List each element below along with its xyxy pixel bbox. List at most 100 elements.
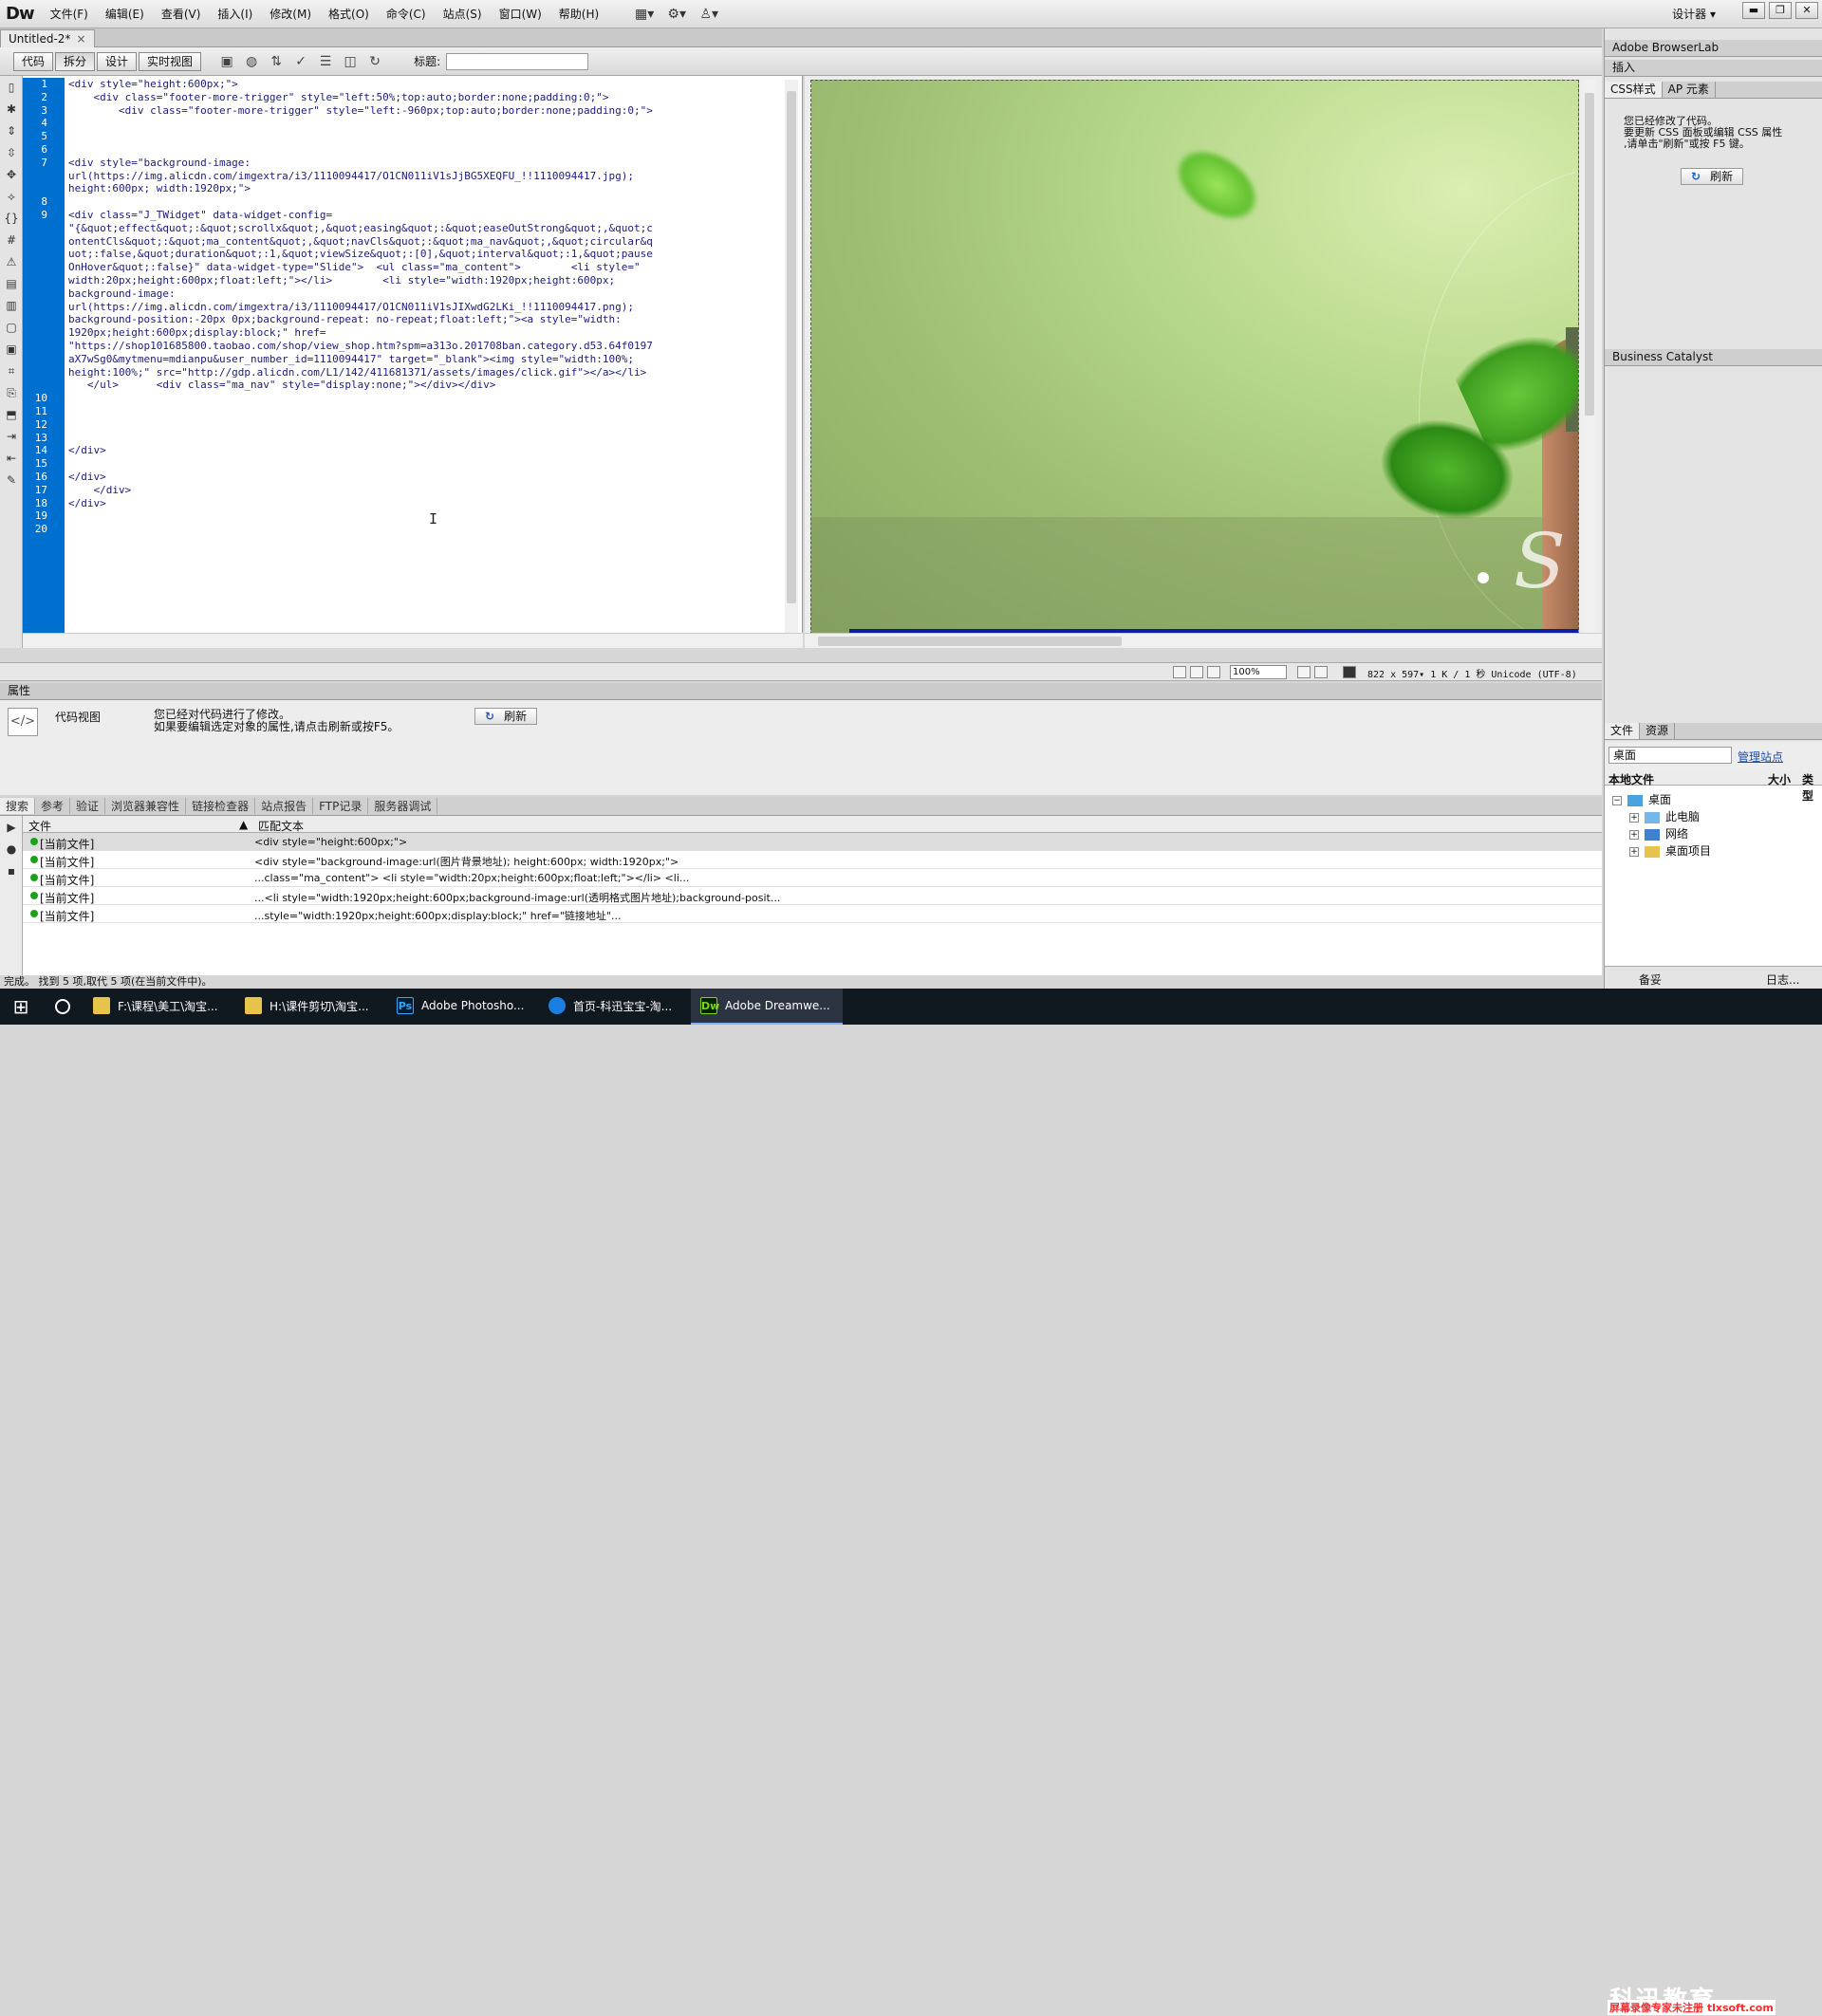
windows-start-icon[interactable]: ⊞ xyxy=(0,989,42,1025)
code-line[interactable]: <div class="J_TWidget" data-widget-confi… xyxy=(68,209,794,222)
tree-node-desktop-items[interactable]: + 桌面项目 xyxy=(1629,842,1711,859)
code-line[interactable]: <div style="background-image: xyxy=(68,157,794,170)
design-view-pane[interactable]: S xyxy=(805,76,1602,648)
table-row[interactable]: [当前文件] ...<li style="width:1920px;height:… xyxy=(23,887,1602,905)
mobile-size-icon[interactable] xyxy=(1297,666,1311,678)
expand-icon[interactable]: + xyxy=(1629,846,1639,857)
tree-node-desktop[interactable]: − 桌面 xyxy=(1612,791,1671,807)
column-sort-icon[interactable]: ▲ xyxy=(239,818,248,831)
taskbar-item-folder-1[interactable]: F:\课程\美工\淘宝... xyxy=(84,989,235,1025)
stop-search-icon[interactable]: ● xyxy=(1,839,22,860)
select-parent-tag-icon[interactable]: ⟡ xyxy=(1,186,22,207)
auto-indent-icon[interactable]: ▥ xyxy=(1,295,22,316)
check-browser-icon[interactable]: ✓ xyxy=(288,54,313,69)
tab-files[interactable]: 文件 xyxy=(1605,723,1641,739)
tab-browser-compat[interactable]: 浏览器兼容性 xyxy=(105,798,187,814)
code-line[interactable]: height:100%;" src="http://gdp.alicdn.com… xyxy=(68,366,794,379)
hand-tool-icon[interactable] xyxy=(1190,666,1203,678)
document-tab[interactable]: Untitled-2* × xyxy=(0,29,95,47)
tree-node-network[interactable]: + 网络 xyxy=(1629,825,1688,842)
code-line[interactable]: url(https://img.alicdn.com/imgextra/i3/1… xyxy=(68,170,794,183)
code-line[interactable]: "https://shop101685800.taobao.com/shop/v… xyxy=(68,340,794,353)
title-input[interactable] xyxy=(446,52,589,70)
tab-ftp-log[interactable]: FTP记录 xyxy=(313,798,369,814)
taskbar-item-photoshop[interactable]: Ps Adobe Photosho... xyxy=(387,989,539,1025)
code-line[interactable]: width:20px;height:600px;float:left;"></l… xyxy=(68,274,794,287)
desktop-size-icon[interactable] xyxy=(1343,666,1356,678)
multiscreen-icon[interactable]: ▣ xyxy=(214,54,239,69)
syntax-coloring-icon[interactable]: ▤ xyxy=(1,273,22,294)
code-line[interactable] xyxy=(68,130,794,143)
menu-site[interactable]: 站点(S) xyxy=(435,6,491,22)
code-line[interactable]: </div> xyxy=(68,484,794,497)
tree-node-this-pc[interactable]: + 此电脑 xyxy=(1629,808,1700,824)
tab-assets[interactable]: 资源 xyxy=(1640,723,1676,739)
code-line[interactable] xyxy=(68,418,794,432)
manage-sites-link[interactable]: 管理站点 xyxy=(1738,749,1783,765)
code-line[interactable]: uot;:false,&quot;duration&quot;:1,&quot;… xyxy=(68,248,794,261)
tab-reference[interactable]: 参考 xyxy=(35,798,71,814)
type-column[interactable]: 类型 xyxy=(1802,771,1822,804)
play-search-icon[interactable]: ▶ xyxy=(1,817,22,838)
table-row[interactable]: [当前文件] <div style="background-image:url(… xyxy=(23,851,1602,869)
design-horizontal-scrollbar[interactable] xyxy=(805,633,1602,648)
column-match[interactable]: 匹配文本 xyxy=(258,818,304,834)
table-row[interactable]: [当前文件] ...style="width:1920px;height:600p… xyxy=(23,905,1602,923)
design-view-button[interactable]: 设计 xyxy=(97,51,138,71)
code-line[interactable] xyxy=(68,392,794,405)
menu-insert[interactable]: 插入(I) xyxy=(209,6,261,22)
tab-css-styles[interactable]: CSS样式 xyxy=(1605,82,1663,98)
apply-comment-icon[interactable]: ▢ xyxy=(1,317,22,338)
taskbar-item-dreamweaver[interactable]: Dw Adobe Dreamwe... xyxy=(691,989,843,1025)
collapse-selection-icon[interactable]: ⇳ xyxy=(1,142,22,163)
tablet-size-icon[interactable] xyxy=(1314,666,1328,678)
code-line[interactable]: background-position:-20px 0px;background… xyxy=(68,313,794,326)
scroll-thumb[interactable] xyxy=(787,91,796,603)
menu-window[interactable]: 窗口(W) xyxy=(491,6,550,22)
code-line[interactable]: <div class="footer-more-trigger" style="… xyxy=(68,91,794,104)
taskbar-item-folder-2[interactable]: H:\课件剪切\淘宝... xyxy=(235,989,387,1025)
design-canvas[interactable]: S xyxy=(810,80,1579,635)
wrap-tag-icon[interactable]: ⌗ xyxy=(1,361,22,381)
zoom-select[interactable]: 100% xyxy=(1230,665,1287,679)
code-line[interactable] xyxy=(68,457,794,471)
code-line[interactable]: </ul> <div class="ma_nav" style="display… xyxy=(68,379,794,392)
expand-icon[interactable]: + xyxy=(1629,812,1639,823)
menu-edit[interactable]: 编辑(E) xyxy=(97,6,153,22)
preview-browser-icon[interactable]: ◍ xyxy=(239,54,264,69)
menu-view[interactable]: 查看(V) xyxy=(153,6,210,22)
insert-panel-header[interactable]: 插入 xyxy=(1605,60,1822,77)
select-tool-icon[interactable] xyxy=(1173,666,1186,678)
code-line[interactable] xyxy=(68,143,794,157)
code-line[interactable]: url(https://img.alicdn.com/imgextra/i3/1… xyxy=(68,301,794,314)
expand-icon[interactable]: + xyxy=(1629,829,1639,840)
code-line[interactable]: </div> xyxy=(68,444,794,457)
menu-format[interactable]: 格式(O) xyxy=(320,6,378,22)
tab-link-checker[interactable]: 链接检查器 xyxy=(186,798,256,814)
code-line[interactable] xyxy=(68,195,794,209)
table-row[interactable]: [当前文件] <div style="height:600px;"> xyxy=(23,833,1602,851)
properties-refresh-button[interactable]: ↻ 刷新 xyxy=(474,708,538,725)
design-vertical-scrollbar[interactable] xyxy=(1583,80,1596,635)
taskbar-item-browser[interactable]: 首页-科迅宝宝-淘... xyxy=(539,989,691,1025)
browserlab-panel-header[interactable]: Adobe BrowserLab xyxy=(1605,40,1822,57)
code-editor[interactable]: <div style="height:600px;"> <div class="… xyxy=(68,78,794,536)
restore-button[interactable]: ❐ xyxy=(1769,2,1792,19)
log-button[interactable]: 日志... xyxy=(1766,971,1799,988)
collapse-icon[interactable]: − xyxy=(1612,795,1622,805)
code-line[interactable]: OnHover&quot;:false}" data-widget-type="… xyxy=(68,261,794,274)
tab-search[interactable]: 搜索 xyxy=(0,798,36,814)
line-numbers-icon[interactable]: # xyxy=(1,230,22,250)
refresh-icon[interactable]: ↻ xyxy=(363,54,387,69)
minimize-button[interactable]: ▬ xyxy=(1742,2,1765,19)
gear-icon[interactable]: ⚙▾ xyxy=(660,4,693,25)
code-line[interactable]: </div> xyxy=(68,497,794,510)
code-line[interactable]: <div class="footer-more-trigger" style="… xyxy=(68,104,794,118)
code-line[interactable]: <div style="height:600px;"> xyxy=(68,78,794,91)
tab-ap-elements[interactable]: AP 元素 xyxy=(1663,82,1716,98)
validate-icon[interactable]: ◫ xyxy=(338,54,363,69)
code-line[interactable]: ontentCls&quot;:&quot;ma_content&quot;,&… xyxy=(68,235,794,249)
format-source-icon[interactable]: ✎ xyxy=(1,470,22,490)
outdent-code-icon[interactable]: ⇤ xyxy=(1,448,22,469)
slide-indicator-dot[interactable] xyxy=(1478,572,1489,583)
